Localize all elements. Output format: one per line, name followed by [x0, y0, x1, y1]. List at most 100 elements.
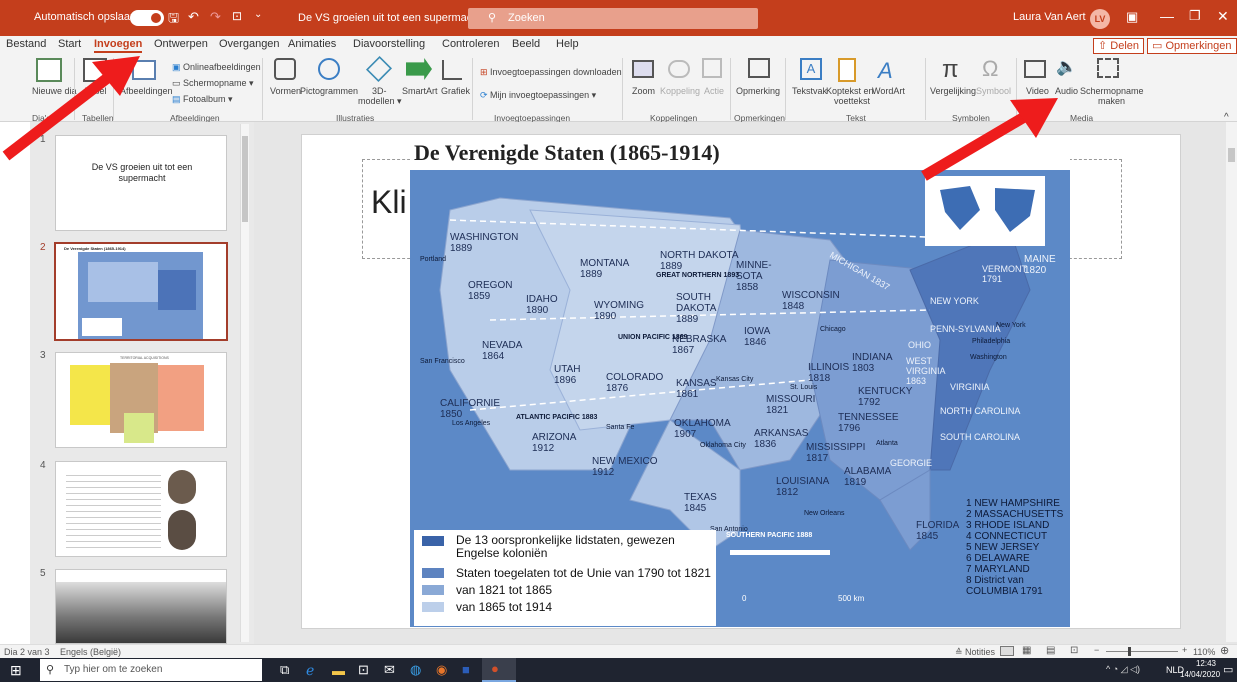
video-label[interactable]: Video — [1026, 86, 1049, 96]
slide-thumbnail-4[interactable] — [55, 461, 227, 557]
slide-thumbnail-3[interactable]: TERRITORIAL ACQUISITIONS — [55, 352, 227, 448]
taskbar-search[interactable]: ⚲ Typ hier om te zoeken — [40, 659, 262, 681]
symbol-icon: Ω — [982, 56, 999, 81]
zoom-slider-thumb[interactable] — [1128, 647, 1131, 656]
notifications-icon[interactable]: ▭ — [1223, 663, 1233, 676]
comment-label[interactable]: Opmerking — [736, 86, 780, 96]
us-map-image[interactable]: De Verenigde Staten (1865-1914) WASHINGT… — [410, 136, 1070, 627]
search-box[interactable]: ⚲ Zoeken — [468, 8, 758, 29]
chart-label[interactable]: Grafiek — [441, 86, 470, 96]
fit-slide-icon[interactable]: ⊕ — [1220, 644, 1229, 657]
reading-view-icon[interactable]: ▤ — [1046, 645, 1055, 656]
customize-quick-access-icon[interactable]: ⌄ — [254, 9, 262, 20]
get-addins-button[interactable]: ⊞ Invoegtoepassingen downloaden — [480, 67, 622, 78]
smartart-label[interactable]: SmartArt — [402, 86, 438, 96]
clock-date[interactable]: 14/04/2020 — [1180, 670, 1220, 679]
browser-icon[interactable]: ◍ — [410, 662, 421, 678]
notes-button[interactable]: ≙ Notities — [955, 647, 995, 658]
ribbon-display-icon[interactable]: ▣ — [1126, 9, 1138, 25]
wordart-icon[interactable]: A — [878, 58, 893, 84]
thumb2-map — [78, 252, 203, 339]
screen-recording-label[interactable]: Schermopname — [1080, 86, 1144, 96]
tab-help[interactable]: Help — [556, 38, 579, 50]
photo-album-button[interactable]: ▤ Fotoalbum ▾ — [172, 94, 233, 105]
avatar[interactable]: LV — [1090, 9, 1110, 29]
thumbnail-scrollbar[interactable] — [240, 124, 249, 642]
audio-icon[interactable]: 🔈 — [1056, 57, 1077, 77]
windows-start-icon[interactable]: ⊞ — [10, 662, 22, 679]
equation-label[interactable]: Vergelijking — [930, 86, 976, 96]
firefox-icon[interactable]: ◉ — [436, 662, 447, 678]
main-scrollbar-thumb[interactable] — [1228, 148, 1235, 162]
save-icon[interactable]: 🖫 — [168, 9, 179, 31]
present-icon[interactable]: ⊡ — [232, 9, 242, 23]
header-footer-icon[interactable] — [838, 58, 856, 82]
3d-models-label[interactable]: 3D- — [372, 86, 387, 96]
file-explorer-icon[interactable]: ▬ — [332, 663, 345, 678]
word-icon[interactable]: ■ — [462, 662, 470, 677]
shapes-label[interactable]: Vormen — [270, 86, 301, 96]
zoom-in-icon[interactable]: + — [1182, 645, 1187, 655]
my-addins-button[interactable]: ⟳ Mijn invoegtoepassingen ▾ — [480, 90, 596, 101]
mail-icon[interactable]: ✉ — [384, 662, 395, 678]
state-label-year: 1864 — [482, 351, 505, 362]
thumb2-map-west — [88, 262, 158, 302]
tab-start[interactable]: Start — [58, 38, 81, 50]
user-name[interactable]: Laura Van Aert — [1013, 11, 1086, 23]
tab-invoegen[interactable]: Invoegen — [94, 38, 143, 53]
tab-diavoorstelling[interactable]: Diavoorstelling — [353, 38, 425, 50]
zoom-slider[interactable] — [1106, 647, 1178, 656]
share-button[interactable]: ⇧ Delen — [1093, 38, 1145, 54]
close-icon[interactable]: ✕ — [1217, 8, 1229, 25]
zoom-out-icon[interactable]: − — [1094, 645, 1099, 655]
autosave-toggle[interactable] — [130, 10, 164, 26]
tab-ontwerpen[interactable]: Ontwerpen — [154, 38, 208, 50]
zoom-level[interactable]: 110% — [1193, 647, 1215, 657]
screen-recording-label-2[interactable]: maken — [1098, 96, 1125, 106]
language-indicator[interactable]: Engels (België) — [60, 647, 121, 657]
main-scrollbar[interactable] — [1226, 122, 1237, 642]
textbox-icon[interactable]: A — [800, 58, 822, 80]
zoom-label[interactable]: Zoom — [632, 86, 655, 96]
edge-icon[interactable]: ℯ — [306, 662, 314, 679]
tab-bestand[interactable]: Bestand — [6, 38, 46, 50]
3d-models-label-2[interactable]: modellen ▾ — [358, 96, 402, 107]
scrollbar-thumb[interactable] — [242, 136, 248, 222]
tab-overgangen[interactable]: Overgangen — [219, 38, 280, 50]
video-icon[interactable] — [1024, 60, 1046, 78]
zoom-icon[interactable] — [632, 60, 654, 78]
header-footer-label-2[interactable]: voettekst — [834, 96, 870, 106]
audio-label[interactable]: Audio — [1055, 86, 1078, 96]
icons-icon[interactable] — [318, 58, 340, 80]
tab-controleren[interactable]: Controleren — [442, 38, 499, 50]
store-app-icon[interactable]: ⊡ — [358, 662, 369, 678]
slide-thumbnail-5[interactable] — [55, 569, 227, 644]
tab-animaties[interactable]: Animaties — [288, 38, 336, 50]
slideshow-icon[interactable]: ⊡ — [1070, 645, 1078, 656]
icons-label[interactable]: Pictogrammen — [300, 86, 358, 96]
comments-button[interactable]: ▭ Opmerkingen — [1147, 38, 1237, 54]
tab-beeld[interactable]: Beeld — [512, 38, 540, 50]
powerpoint-taskbar-button[interactable]: ● — [482, 658, 516, 682]
slide-thumbnail-2[interactable]: De Verenigde Staten (1865-1914) — [54, 242, 228, 341]
undo-icon[interactable]: ↶ — [188, 9, 199, 25]
shapes-icon[interactable] — [274, 58, 296, 80]
equation-icon[interactable]: π — [942, 56, 959, 84]
chart-icon[interactable] — [442, 60, 462, 80]
task-view-icon[interactable]: ⧉ — [280, 662, 289, 678]
system-tray-icons[interactable]: ^ ◔ ◿ ◁) — [1106, 664, 1140, 675]
normal-view-icon[interactable] — [1000, 646, 1014, 656]
comment-icon[interactable] — [748, 58, 770, 78]
maximize-icon[interactable]: ❐ — [1189, 8, 1201, 24]
header-footer-label[interactable]: Koptekst en — [826, 86, 874, 96]
city-label: Washington — [970, 354, 1007, 361]
clock-time[interactable]: 12:43 — [1190, 659, 1222, 668]
wordart-label[interactable]: WordArt — [872, 86, 905, 96]
online-pictures-button[interactable]: ▣ Onlineafbeeldingen — [172, 62, 261, 73]
redo-icon[interactable]: ↷ — [210, 9, 221, 25]
slide-sorter-icon[interactable]: ▦ — [1022, 645, 1031, 656]
textbox-label[interactable]: Tekstvak — [792, 86, 827, 96]
minimize-icon[interactable]: — — [1160, 8, 1174, 24]
screen-recording-icon[interactable] — [1097, 58, 1119, 78]
screenshot-button[interactable]: ▭ Schermopname ▾ — [172, 78, 254, 89]
